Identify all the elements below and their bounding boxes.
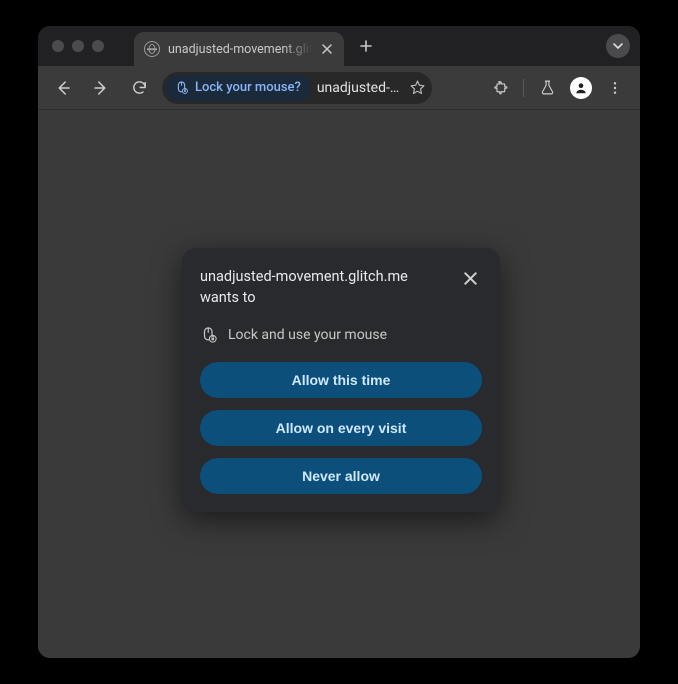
tab-strip: unadjusted-movement.glitch. <box>38 26 640 66</box>
browser-window: unadjusted-movement.glitch. <box>38 26 640 658</box>
mouse-icon <box>174 80 189 95</box>
browser-tab[interactable]: unadjusted-movement.glitch. <box>134 32 344 66</box>
toolbar-divider <box>523 79 524 97</box>
maximize-window-button[interactable] <box>92 40 104 52</box>
tab-title: unadjusted-movement.glitch. <box>168 42 312 57</box>
menu-button[interactable] <box>600 73 630 103</box>
close-window-button[interactable] <box>52 40 64 52</box>
mouse-lock-icon <box>200 326 218 344</box>
permission-chip-label: Lock your mouse? <box>195 80 301 95</box>
back-button[interactable] <box>48 73 78 103</box>
extensions-button[interactable] <box>485 73 515 103</box>
allow-always-button[interactable]: Allow on every visit <box>200 410 482 446</box>
permission-dialog: unadjusted-movement.glitch.me wants to L… <box>182 248 500 512</box>
globe-icon <box>144 41 160 57</box>
labs-button[interactable] <box>532 73 562 103</box>
profile-button[interactable] <box>566 73 596 103</box>
minimize-window-button[interactable] <box>72 40 84 52</box>
close-icon <box>464 272 477 285</box>
toolbar-actions <box>485 73 630 103</box>
never-allow-button[interactable]: Never allow <box>200 458 482 494</box>
dialog-close-button[interactable] <box>458 266 482 290</box>
address-bar[interactable]: Lock your mouse? unadjusted-mov… <box>162 72 432 104</box>
tabs-dropdown-button[interactable] <box>606 34 630 58</box>
close-tab-button[interactable] <box>320 42 334 56</box>
url-text: unadjusted-mov… <box>317 80 403 96</box>
forward-button[interactable] <box>86 73 116 103</box>
bookmark-star-button[interactable] <box>409 79 426 96</box>
browser-toolbar: Lock your mouse? unadjusted-mov… <box>38 66 640 110</box>
permission-chip[interactable]: Lock your mouse? <box>166 75 311 101</box>
dialog-title: unadjusted-movement.glitch.me wants to <box>200 266 448 308</box>
allow-once-button[interactable]: Allow this time <box>200 362 482 398</box>
reload-button[interactable] <box>124 73 154 103</box>
window-controls <box>52 40 104 52</box>
permission-label: Lock and use your mouse <box>228 327 387 343</box>
new-tab-button[interactable] <box>352 32 380 60</box>
avatar <box>570 77 592 99</box>
